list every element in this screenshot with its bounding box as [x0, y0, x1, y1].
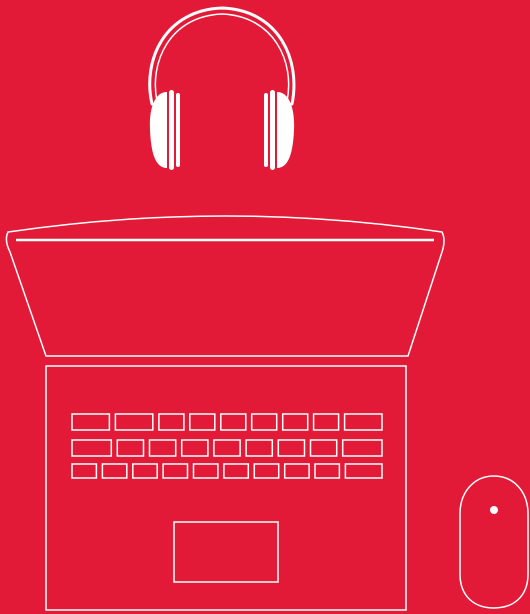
illustration-canvas [0, 0, 530, 614]
workspace-illustration [0, 0, 530, 614]
mouse-scroll-wheel [490, 506, 498, 514]
